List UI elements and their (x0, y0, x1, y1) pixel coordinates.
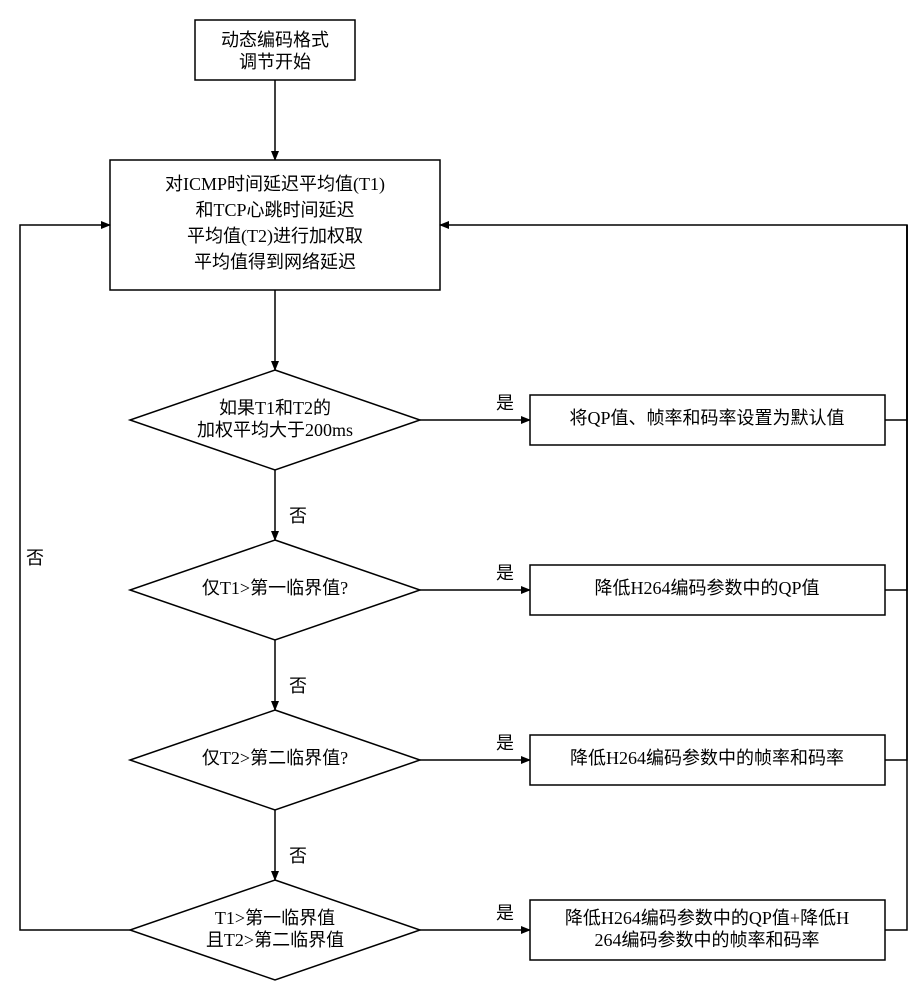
process-t4: 平均值得到网络延迟 (194, 252, 356, 272)
a4-t2: 264编码参数中的帧率和码率 (595, 930, 820, 950)
a1-t1: 将QP值、帧率和码率设置为默认值 (569, 408, 844, 428)
d3-t1: 仅T2>第二临界值? (202, 748, 348, 768)
a4-t1: 降低H264编码参数中的QP值+降低H (565, 908, 849, 928)
d4-t2: 且T2>第二临界值 (206, 930, 344, 950)
d1-yes-label: 是 (496, 393, 514, 413)
d3-yes-label: 是 (496, 733, 514, 753)
start-text-2: 调节开始 (239, 52, 311, 72)
arrow-a4-loop (885, 225, 907, 930)
d2-yes-label: 是 (496, 563, 514, 583)
d2-t1: 仅T1>第一临界值? (202, 578, 348, 598)
d3-no-label: 否 (289, 846, 307, 866)
flowchart: 动态编码格式 调节开始 对ICMP时间延迟平均值(T1) 和TCP心跳时间延迟 … (0, 0, 919, 1000)
arrow-a3-loop (885, 225, 907, 760)
a2-t1: 降低H264编码参数中的QP值 (594, 578, 819, 598)
d1-t1: 如果T1和T2的 (219, 398, 331, 418)
process-t2: 和TCP心跳时间延迟 (195, 200, 354, 220)
process-t3: 平均值(T2)进行加权取 (187, 226, 363, 247)
process-t1: 对ICMP时间延迟平均值(T1) (165, 174, 385, 195)
arrow-a1-loop (440, 225, 907, 420)
arrow-d4-no-loop (20, 225, 130, 930)
d1-t2: 加权平均大于200ms (197, 420, 353, 440)
d1-no-label: 否 (289, 506, 307, 526)
a3-t1: 降低H264编码参数中的帧率和码率 (570, 748, 844, 768)
d2-no-label: 否 (289, 676, 307, 696)
d4-yes-label: 是 (496, 903, 514, 923)
arrow-a2-loop (885, 225, 907, 590)
start-text-1: 动态编码格式 (221, 30, 329, 50)
d4-t1: T1>第一临界值 (215, 908, 335, 928)
d4-no-label: 否 (26, 548, 44, 568)
